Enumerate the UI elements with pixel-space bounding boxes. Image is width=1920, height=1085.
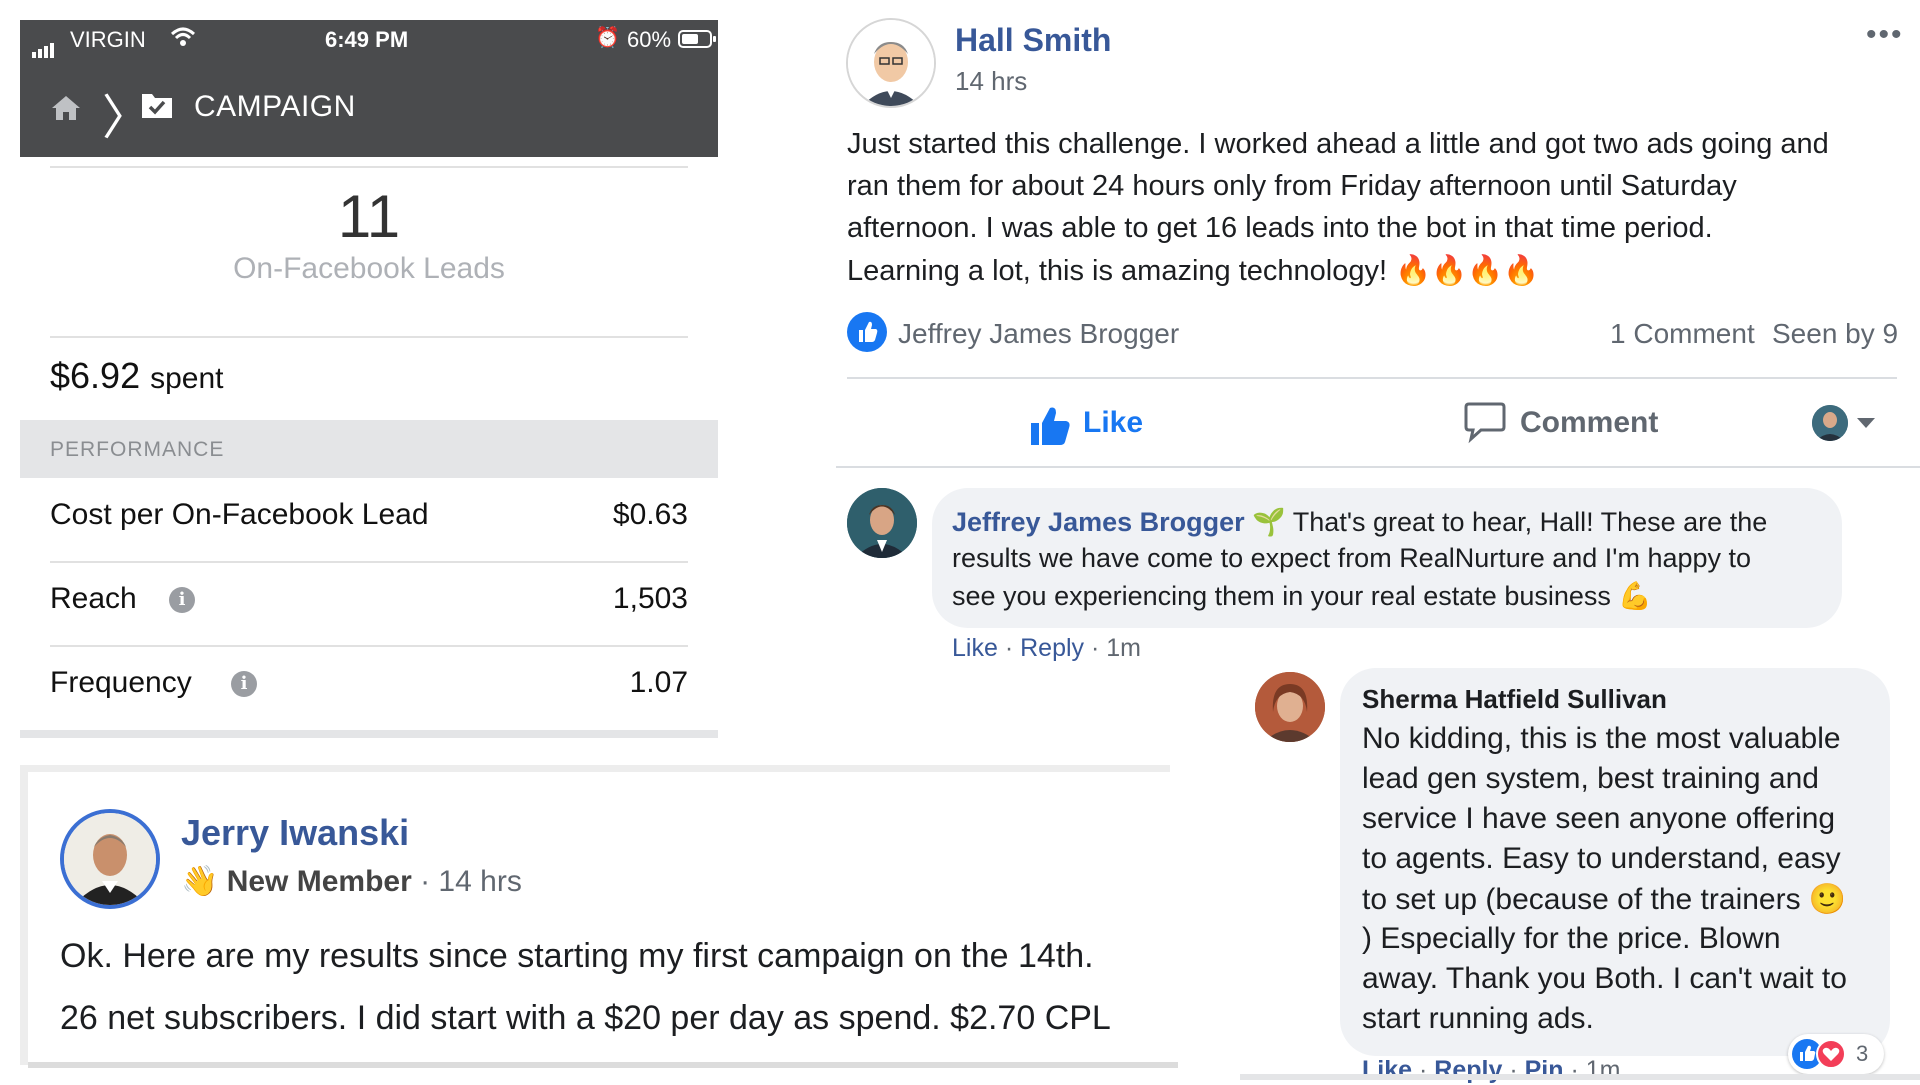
post-bottom-border bbox=[28, 1062, 1178, 1068]
avatar[interactable] bbox=[847, 488, 917, 558]
thumbs-up-icon[interactable] bbox=[847, 312, 887, 352]
avatar[interactable] bbox=[846, 18, 936, 108]
comment-time[interactable]: 1m bbox=[1106, 634, 1141, 662]
jerry-post: Jerry Iwanski 👋 New Member · 14 hrs Ok. … bbox=[20, 765, 1178, 1068]
thumbs-up-icon[interactable] bbox=[1028, 402, 1072, 450]
avatar[interactable] bbox=[1255, 672, 1325, 742]
metric-label-frequency: Frequency bbox=[50, 666, 192, 699]
comment-text-line: start running ads. bbox=[1362, 1002, 1594, 1035]
carrier-name: VIRGIN bbox=[70, 27, 146, 52]
home-icon[interactable] bbox=[50, 94, 82, 122]
campaign-panel: VIRGIN 6:49 PM ⏰ 60% 〉 CAMPAIGN 11 On-Fa… bbox=[20, 20, 718, 740]
divider bbox=[50, 645, 688, 647]
comment-reply-link[interactable]: Reply bbox=[1020, 634, 1084, 662]
nav-bar: 〉 CAMPAIGN bbox=[20, 60, 718, 157]
seen-by[interactable]: Seen by 9 bbox=[1772, 318, 1898, 350]
spent-label: spent bbox=[150, 362, 224, 395]
panel-bottom-border bbox=[1240, 1074, 1920, 1080]
more-dots-icon[interactable]: ••• bbox=[1866, 18, 1904, 52]
liked-by[interactable]: Jeffrey James Brogger bbox=[898, 318, 1179, 350]
comment-text-line: to agents. Easy to understand, easy bbox=[1362, 842, 1841, 875]
avatar[interactable] bbox=[60, 809, 160, 909]
comment-text-line: see you experiencing them in your real e… bbox=[952, 581, 1652, 611]
divider bbox=[836, 466, 1920, 468]
comment-text-line: Jeffrey James Brogger 🌱 That's great to … bbox=[952, 506, 1767, 538]
comment-text-line: lead gen system, best training and bbox=[1362, 762, 1819, 795]
divider bbox=[847, 377, 1897, 379]
post-text-line: afternoon. I was able to get 16 leads in… bbox=[847, 212, 1713, 244]
performance-label: PERFORMANCE bbox=[50, 438, 225, 461]
metric-value-frequency: 1.07 bbox=[629, 666, 688, 699]
heart-reaction-icon bbox=[1816, 1039, 1846, 1069]
post-text-line: 26 net subscribers. I did start with a $… bbox=[60, 999, 1111, 1037]
post-meta: 👋 New Member · 14 hrs bbox=[181, 864, 522, 899]
info-icon[interactable]: i bbox=[231, 671, 257, 697]
performance-header: PERFORMANCE bbox=[20, 420, 718, 478]
alarm-icon: ⏰ bbox=[595, 27, 620, 49]
metric-label-reach: Reach bbox=[50, 582, 137, 615]
comment-count[interactable]: 1 Comment bbox=[1610, 318, 1755, 350]
post-text-line: Just started this challenge. I worked ah… bbox=[847, 128, 1829, 160]
reaction-summary[interactable]: 3 bbox=[1788, 1034, 1884, 1074]
battery-icon bbox=[678, 30, 716, 48]
chevron-down-icon[interactable] bbox=[1857, 418, 1875, 428]
comment-button[interactable]: Comment bbox=[1520, 406, 1658, 440]
wave-hand-icon: 👋 bbox=[181, 865, 219, 898]
signal-icon bbox=[32, 32, 56, 58]
comment-text-line: results we have come to expect from Real… bbox=[952, 543, 1752, 573]
divider bbox=[50, 561, 688, 563]
member-badge: New Member bbox=[226, 865, 412, 898]
plant-icon: 🌱 bbox=[1252, 507, 1286, 537]
post-text-line: Ok. Here are my results since starting m… bbox=[60, 937, 1094, 975]
panel-bottom-border bbox=[20, 730, 718, 738]
comment-actions: Like · Reply · Pin · 1m bbox=[1362, 1056, 1621, 1084]
amount-spent: $6.92 spent bbox=[50, 355, 224, 397]
comment-text-line: ) Especially for the price. Blown bbox=[1362, 922, 1781, 955]
folder-check-icon[interactable] bbox=[140, 90, 174, 120]
avatar[interactable] bbox=[1812, 405, 1848, 441]
status-bar: VIRGIN 6:49 PM ⏰ 60% bbox=[20, 20, 718, 60]
spent-amount: $6.92 bbox=[50, 355, 141, 396]
like-button[interactable]: Like bbox=[1083, 406, 1143, 440]
comment-text-line: away. Thank you Both. I can't wait to bbox=[1362, 962, 1847, 995]
leads-count: 11 bbox=[337, 183, 401, 250]
metric-value-reach: 1,503 bbox=[612, 582, 688, 615]
clock-time: 6:49 PM bbox=[325, 27, 409, 52]
info-icon[interactable]: i bbox=[169, 587, 195, 613]
comment-author[interactable]: Jeffrey James Brogger bbox=[952, 507, 1245, 537]
speech-bubble-icon[interactable] bbox=[1463, 400, 1507, 444]
metric-value-cost-per-lead: $0.63 bbox=[612, 498, 688, 531]
comment-text-line: to set up (because of the trainers 🙂 bbox=[1362, 883, 1847, 916]
battery-percent: 60% bbox=[627, 27, 672, 52]
post-time[interactable]: · 14 hrs bbox=[420, 865, 522, 898]
metric-label-cost-per-lead: Cost per On-Facebook Lead bbox=[50, 498, 429, 531]
comment-actions: Like · Reply · 1m bbox=[952, 634, 1141, 662]
comment-text: That's great to hear, Hall! These are th… bbox=[1292, 507, 1768, 537]
page-title: CAMPAIGN bbox=[194, 90, 356, 123]
leads-label: On-Facebook Leads bbox=[233, 252, 505, 285]
post-time[interactable]: 14 hrs bbox=[955, 66, 1027, 97]
comment-text-line: No kidding, this is the most valuable bbox=[1362, 722, 1841, 755]
post-text-line: ran them for about 24 hours only from Fr… bbox=[847, 170, 1737, 202]
comment-author[interactable]: Sherma Hatfield Sullivan bbox=[1362, 684, 1667, 715]
comment-text-line: service I have seen anyone offering bbox=[1362, 802, 1836, 835]
divider bbox=[50, 336, 688, 338]
divider bbox=[50, 166, 688, 168]
comment-like-link[interactable]: Like bbox=[952, 634, 998, 662]
post-text-line: Learning a lot, this is amazing technolo… bbox=[847, 255, 1540, 287]
reaction-count: 3 bbox=[1856, 1041, 1869, 1066]
post-author[interactable]: Jerry Iwanski bbox=[181, 812, 409, 854]
wifi-icon bbox=[170, 27, 196, 46]
post-author[interactable]: Hall Smith bbox=[955, 22, 1111, 59]
